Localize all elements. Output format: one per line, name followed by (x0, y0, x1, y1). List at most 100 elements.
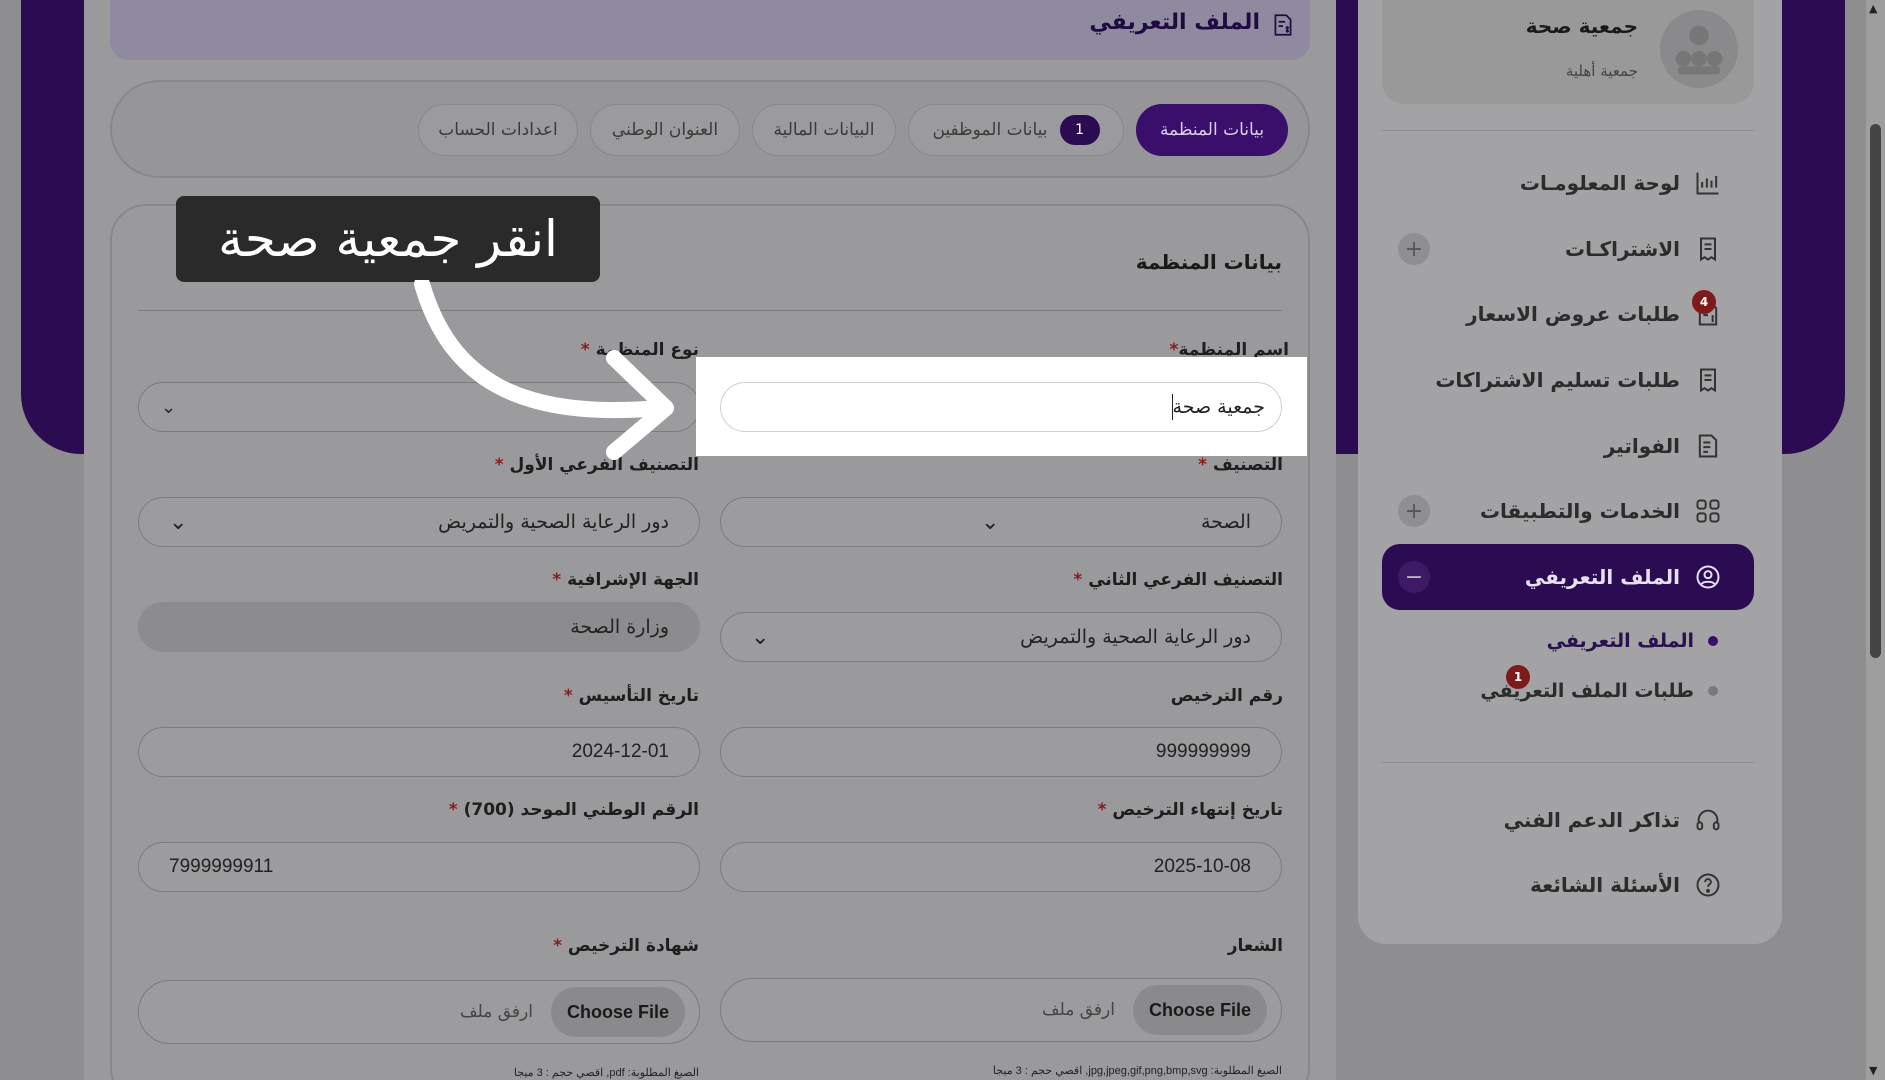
expand-subscriptions-button[interactable]: + (1398, 233, 1430, 265)
chart-icon (1696, 172, 1719, 195)
scroll-down-icon[interactable]: ▼ (1869, 1064, 1877, 1077)
logo-label: الشعار (1228, 936, 1283, 956)
label-text: الشعار (1227, 936, 1283, 956)
license-number-input[interactable]: 999999999 (720, 727, 1282, 777)
divider (1382, 762, 1754, 763)
receipt-icon (1700, 237, 1716, 262)
license-number-label: رقم الترخيص (1171, 686, 1283, 706)
nav-label: تذاكر الدعم الفني (1503, 808, 1680, 832)
nav-label: الأسئلة الشائعة (1530, 873, 1680, 897)
tab-count-badge: 1 (1059, 115, 1100, 145)
receipt-icon (1700, 368, 1716, 393)
chevron-down-icon: ⌄ (751, 624, 770, 650)
file-placeholder: ارفق ملف (460, 1002, 533, 1022)
tab-label: بيانات المنظمة (1159, 120, 1265, 140)
supervisor-field: وزارة الصحة (138, 602, 700, 652)
divider (138, 310, 1282, 311)
unified-number-input[interactable]: 7999999911 (138, 842, 700, 892)
required-mark: * (552, 570, 562, 590)
instruction-callout: انقر جمعية صحة (176, 196, 600, 282)
label-text: تاريخ التأسيس (578, 686, 699, 706)
license-cert-file-input[interactable]: Choose File ارفق ملف (138, 980, 700, 1044)
tab-employees-data[interactable]: بيانات الموظفين 1 (908, 104, 1124, 156)
tab-label: بيانات الموظفين (932, 120, 1048, 140)
field-value: 2024-12-01 (571, 741, 669, 762)
text-caret (1171, 394, 1173, 420)
chevron-down-icon: ⌄ (169, 509, 188, 535)
tab-account-settings[interactable]: اعدادات الحساب (418, 104, 578, 156)
file-placeholder: ارفق ملف (1042, 1000, 1115, 1020)
scroll-up-icon[interactable]: ▲ (1869, 2, 1877, 15)
label-text: التصنيف (1212, 455, 1283, 475)
nav-quotation-requests[interactable]: طلبات عروض الاسعار (1466, 291, 1722, 337)
unified-number-label: الرقم الوطني الموحد (700) * (449, 800, 699, 820)
classification-label: التصنيف * (1198, 455, 1283, 475)
tab-financial-data[interactable]: البيانات المالية (752, 104, 896, 156)
license-cert-format-note: الصيغ المطلوبة: pdf, اقصي حجم : 3 ميجا (513, 1067, 699, 1079)
tab-bar: بيانات المنظمة بيانات الموظفين 1 البيانات… (110, 80, 1310, 178)
bullet-icon (1708, 636, 1718, 646)
logo-file-input[interactable]: Choose File ارفق ملف (720, 978, 1282, 1042)
bullet-icon (1708, 686, 1718, 696)
logo-format-note: الصيغ المطلوبة: jpg,jpeg,gif,png,bmp,svg… (992, 1065, 1282, 1077)
nav-label: الملف التعريفي (1546, 630, 1694, 652)
required-mark: * (448, 800, 458, 820)
card-title: بيانات المنظمة (1135, 250, 1282, 274)
label-text: تاريخ إنتهاء الترخيص (1112, 800, 1283, 820)
page-header: الملف التعريفي (110, 0, 1310, 60)
required-mark: * (1198, 455, 1208, 475)
label-text: التصنيف الفرعي الثاني (1088, 570, 1283, 590)
nav-faq[interactable]: الأسئلة الشائعة (1530, 862, 1722, 908)
tab-label: العنوان الوطني (611, 120, 719, 140)
avatar (1660, 10, 1738, 88)
nav-label: طلبات تسليم الاشتراكات (1435, 368, 1680, 392)
nav-services-apps[interactable]: الخدمات والتطبيقات (1480, 488, 1722, 534)
sub1-select[interactable]: دور الرعاية الصحية والتمريض ⌄ (138, 497, 700, 547)
tab-national-address[interactable]: العنوان الوطني (590, 104, 740, 156)
notification-badge: 4 (1692, 290, 1716, 314)
notification-badge: 1 (1506, 665, 1530, 689)
choose-file-button[interactable]: Choose File (1132, 985, 1267, 1035)
tab-label: البيانات المالية (773, 120, 875, 140)
org-name-input[interactable]: جمعية صحة (720, 382, 1282, 432)
label-text: الجهة الإشرافية (567, 570, 699, 590)
sub2-select[interactable]: دور الرعاية الصحية والتمريض ⌄ (720, 612, 1282, 662)
page-title: الملف التعريفي (1089, 10, 1260, 35)
nav-invoices[interactable]: الفواتير (1604, 423, 1722, 469)
user-circle-icon (1696, 565, 1720, 589)
choose-file-button[interactable]: Choose File (550, 987, 685, 1037)
nav-label: الاشتراكـات (1565, 237, 1680, 261)
required-mark: * (563, 686, 573, 706)
field-value: وزارة الصحة (570, 616, 669, 638)
expand-services-button[interactable]: + (1398, 495, 1430, 527)
label-text: شهادة الترخيص (567, 936, 699, 956)
license-end-date-input[interactable]: 2025-10-08 (720, 842, 1282, 892)
nav-support-tickets[interactable]: تذاكر الدعم الفني (1504, 797, 1722, 843)
divider (1382, 130, 1754, 131)
founded-date-input[interactable]: 2024-12-01 (138, 727, 700, 777)
org-name: جمعية صحة (1525, 14, 1638, 38)
required-mark: * (1097, 800, 1107, 820)
tab-label: اعدادات الحساب (438, 120, 558, 140)
chevron-down-icon: ⌄ (161, 396, 177, 418)
nav-profile[interactable]: الملف التعريفي (1525, 554, 1722, 600)
label-text: الرقم الوطني الموحد (700) (463, 800, 699, 820)
founded-date-label: تاريخ التأسيس * (564, 686, 699, 706)
pointer-arrow-icon (414, 280, 674, 460)
scroll-thumb[interactable] (1870, 124, 1881, 658)
subnav-profile[interactable]: الملف التعريفي (1547, 618, 1718, 664)
field-value: 999999999 (1155, 741, 1251, 762)
document-dollar-icon (1274, 14, 1292, 36)
nav-label: لوحة المعلومـات (1519, 171, 1680, 195)
classification-select[interactable]: الصحة ⌄ (720, 497, 1282, 547)
nav-subscription-delivery[interactable]: طلبات تسليم الاشتراكات (1435, 357, 1722, 403)
license-cert-label: شهادة الترخيص * (553, 936, 699, 956)
supervisor-label: الجهة الإشرافية * (552, 570, 699, 590)
chevron-down-icon: ⌄ (981, 509, 1000, 535)
nav-subscriptions[interactable]: الاشتراكـات (1565, 226, 1722, 272)
tab-organization-data[interactable]: بيانات المنظمة (1136, 104, 1288, 156)
organization-icon (1675, 25, 1723, 75)
license-end-label: تاريخ إنتهاء الترخيص * (1098, 800, 1283, 820)
nav-dashboard[interactable]: لوحة المعلومـات (1520, 160, 1722, 206)
collapse-profile-button[interactable]: − (1398, 561, 1430, 593)
